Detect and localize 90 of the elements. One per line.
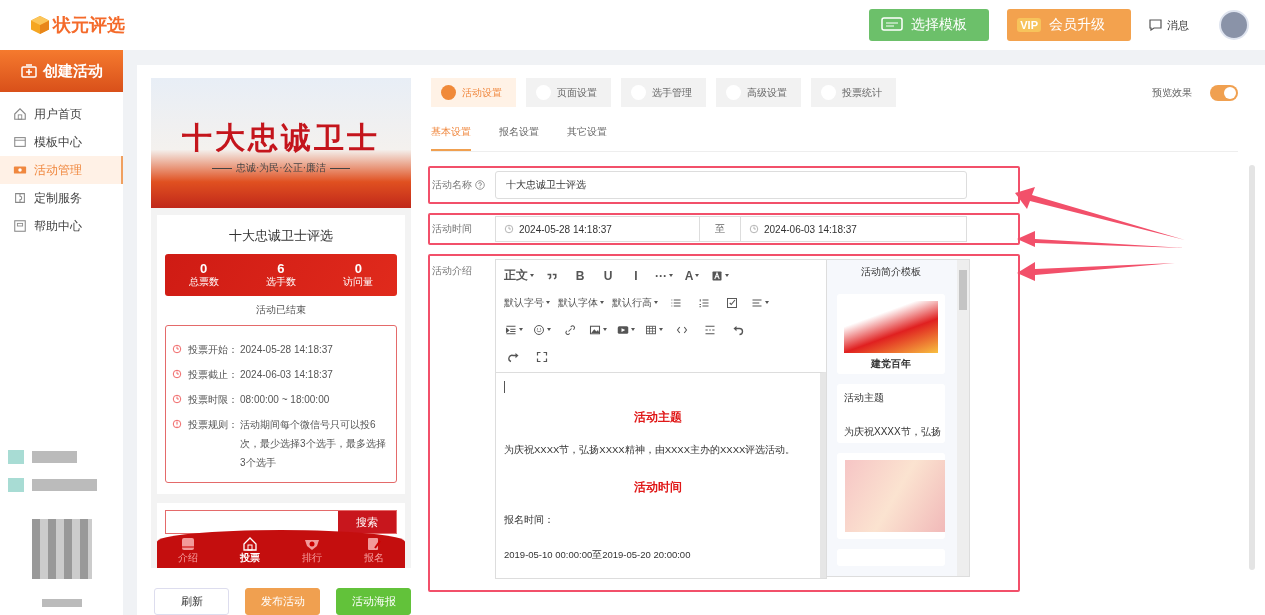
toolbar-button[interactable]: ··· [650, 264, 678, 287]
name-input[interactable]: 十大忠诚卫士评选 [495, 171, 967, 199]
book-icon [180, 535, 196, 552]
info-value: 08:00:00 ~ 18:00:00 [240, 393, 331, 407]
settings-tab[interactable]: 选手管理 [621, 78, 706, 107]
info-label: 投票时限： [188, 393, 238, 407]
toolbar-button[interactable]: I [622, 264, 650, 287]
logo-text: 状元评选 [53, 14, 125, 37]
numbered-list-icon [698, 296, 710, 309]
template-caption: 建党百年 [871, 357, 911, 371]
preview-toggle[interactable] [1210, 84, 1238, 101]
cube-logo-icon [30, 15, 50, 35]
puzzle-icon [13, 191, 27, 205]
image-icon [589, 323, 601, 336]
template-card[interactable]: 活动主题 为庆祝XXXX节，弘扬 [837, 384, 945, 444]
clock-icon [172, 394, 182, 404]
stat-value: 0 [200, 262, 208, 275]
field-label: 活动介绍 [432, 265, 472, 278]
settings-tab[interactable]: 投票统计 [811, 78, 896, 107]
monitor-icon [881, 17, 904, 33]
template-text: 为庆祝XXXX节，弘扬 [844, 425, 941, 440]
stat-label: 选手数 [266, 275, 296, 288]
sidebar-item[interactable]: 定制服务 [0, 184, 123, 212]
info-label: 投票截止： [188, 368, 238, 382]
scrollbar[interactable] [1249, 165, 1255, 570]
vip-badge: VIP [1017, 18, 1041, 32]
toolbar-button[interactable]: B [566, 264, 594, 287]
stat-label: 总票数 [188, 275, 219, 288]
editor-paragraph: 2019-05-10 00:00:00至2019-05-20 20:00:00 [504, 549, 692, 562]
template-heading: 活动主题 [844, 391, 884, 405]
stat-value: 6 [277, 262, 285, 275]
toolbar-button[interactable]: U [594, 264, 622, 287]
activity-title: 十大忠诚卫士评选 [228, 227, 334, 245]
avatar[interactable] [1219, 10, 1249, 40]
clock-icon [172, 344, 182, 354]
window-icon [13, 219, 27, 233]
toolbar-button[interactable]: 正文 [500, 264, 538, 287]
editor-heading: 活动时间 [633, 479, 683, 496]
stat-label: 访问量 [343, 275, 374, 288]
table-icon [645, 323, 657, 336]
pencil-icon [366, 535, 382, 552]
banner-drawing: 十大忠诚卫士 忠诚·为民·公正·廉洁 [151, 78, 411, 208]
status-text: 活动已结束 [255, 303, 307, 317]
fullscreen-icon [536, 350, 548, 363]
toolbar-button[interactable]: 默认字体 [554, 291, 608, 314]
editor-paragraph: 为庆祝XXXX节，弘扬XXXX精神，由XXXX主办的XXXX评选活动。 [504, 444, 797, 457]
scrollbar[interactable] [957, 260, 969, 576]
clock-icon [172, 369, 182, 379]
help-icon[interactable] [475, 180, 485, 190]
align-icon [751, 296, 763, 309]
editor-paragraph: 报名时间： [504, 514, 555, 527]
folder-icon [13, 135, 27, 149]
sub-tab[interactable]: 其它设置 [567, 125, 607, 151]
info-label: 投票开始： [188, 343, 238, 357]
info-value: 活动期间每个微信号只可以投6次，最少选择3个选手，最多选择3个选手 [240, 418, 387, 470]
settings-tab[interactable]: 页面设置 [526, 78, 611, 107]
toolbar-button[interactable]: A [678, 264, 706, 287]
chat-bubble-icon[interactable] [1149, 19, 1162, 31]
info-value: 2024-06-03 14:18:37 [240, 368, 334, 382]
template-card[interactable]: 建党百年 [837, 294, 945, 374]
video-icon [617, 323, 629, 336]
sidebar-item[interactable]: 模板中心 [0, 128, 123, 156]
messages-link[interactable]: 消息 [1167, 17, 1189, 33]
undo-icon [732, 323, 744, 336]
plus-box-icon [20, 64, 37, 78]
editor-heading: 活动主题 [633, 409, 683, 426]
settings-tab[interactable]: 高级设置 [716, 78, 801, 107]
link-icon [564, 323, 576, 336]
divider-icon [704, 323, 716, 336]
toolbar-button[interactable]: 默认行高 [608, 291, 662, 314]
checkbox-icon [726, 296, 738, 309]
sidebar-item[interactable]: 用户首页 [0, 100, 123, 128]
toggle-label: 预览效果 [1152, 85, 1192, 100]
emoji-icon [533, 323, 545, 336]
panel-title: 活动简介模板 [861, 266, 921, 279]
info-label: 投票规则： [188, 418, 238, 432]
field-label: 活动名称 [432, 178, 472, 192]
field-label: 活动时间 [432, 222, 472, 236]
sidebar-item[interactable]: 帮助中心 [0, 212, 123, 240]
house-icon [13, 107, 27, 121]
toolbar-button[interactable]: 默认字号 [500, 291, 554, 314]
alert-icon [172, 419, 182, 429]
action-button[interactable]: 刷新 [154, 588, 229, 615]
house-icon [242, 535, 258, 552]
info-value: 2024-05-28 14:18:37 [240, 343, 334, 357]
sub-tab[interactable]: 报名设置 [499, 125, 539, 151]
highlight-icon [711, 269, 723, 282]
nav-tab[interactable]: 投票 [234, 534, 266, 564]
indent-icon [505, 323, 517, 336]
stat-value: 0 [354, 262, 362, 275]
